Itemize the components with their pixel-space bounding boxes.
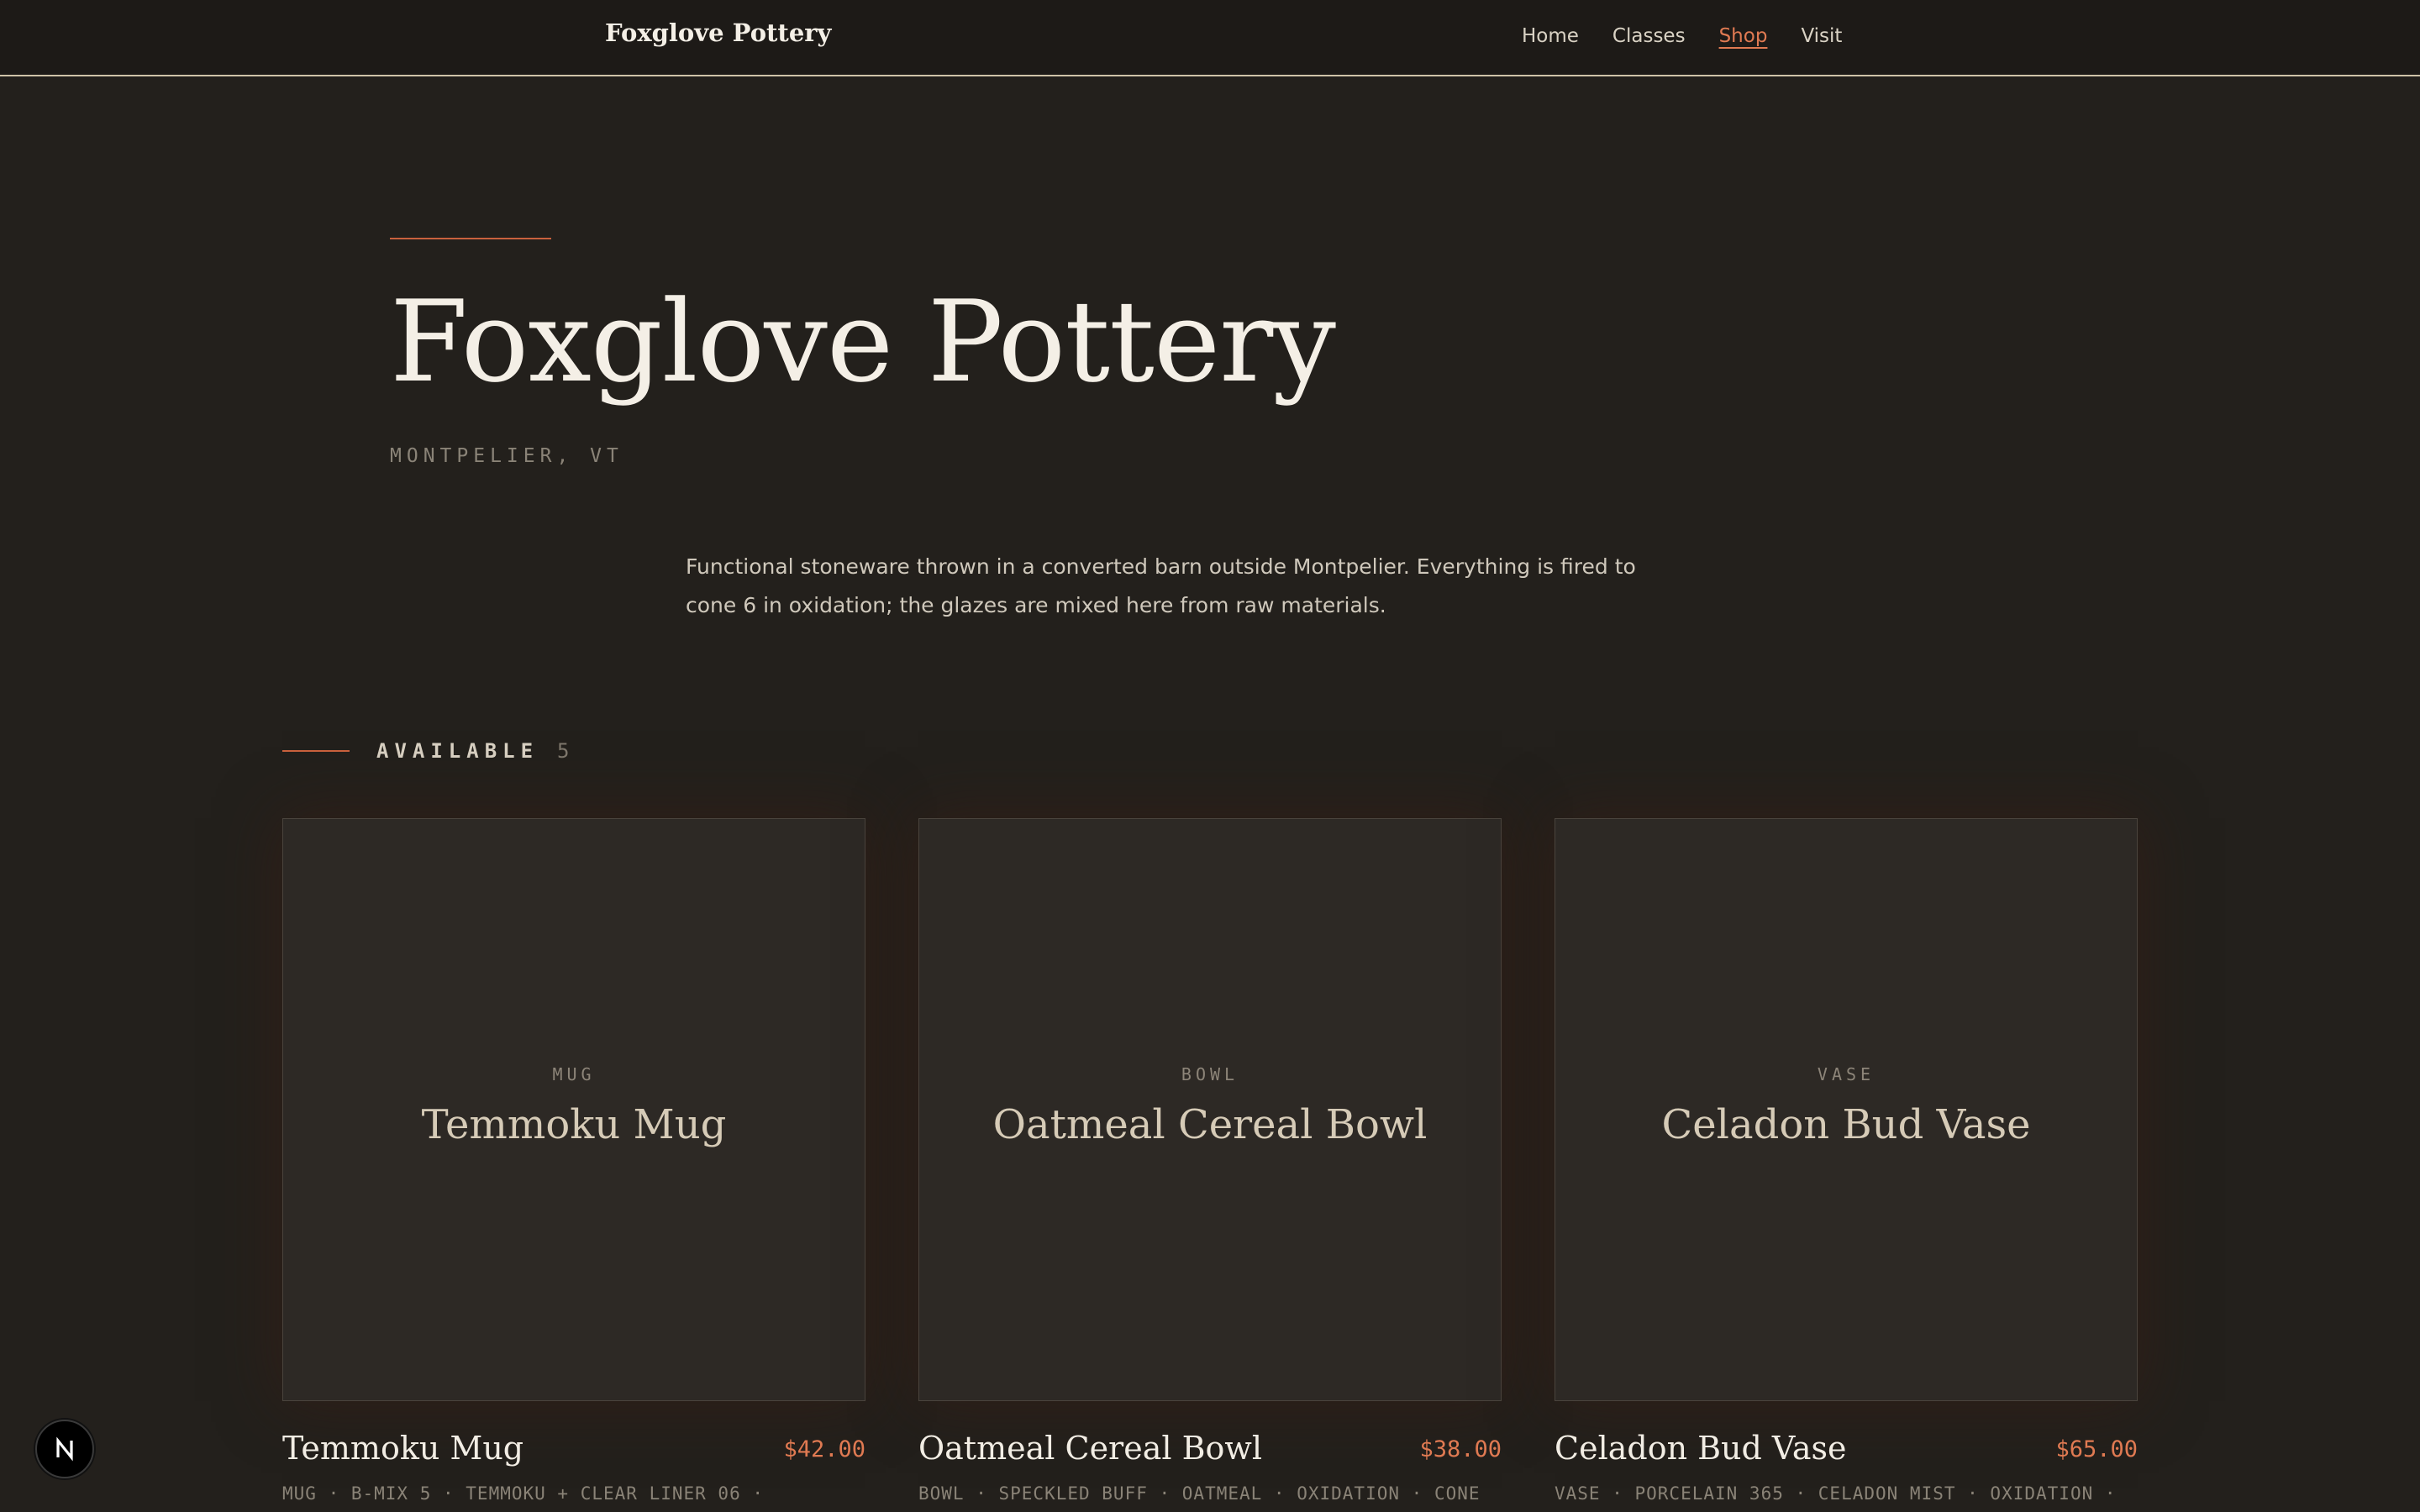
page-title: Foxglove Pottery: [390, 276, 1336, 407]
product-kind: MUG: [552, 1064, 596, 1084]
product-meta: Temmoku Mug $42.00: [282, 1430, 865, 1470]
hero-accent-rule: [390, 238, 551, 239]
product-specs: MUG · B-MIX 5 · TEMMOKU + CLEAR LINER 06…: [282, 1483, 765, 1504]
product-meta: Oatmeal Cereal Bowl $38.00: [918, 1430, 1502, 1470]
product-card[interactable]: VASE Celadon Bud Vase Celadon Bud Vase $…: [1555, 818, 2138, 1504]
intro-paragraph: Functional stoneware thrown in a convert…: [686, 554, 1636, 617]
dev-tools-badge[interactable]: [35, 1420, 94, 1478]
nav-classes[interactable]: Classes: [1612, 25, 1686, 47]
product-card[interactable]: BOWL Oatmeal Cereal Bowl Oatmeal Cereal …: [918, 818, 1502, 1504]
product-card[interactable]: MUG Temmoku Mug Temmoku Mug $42.00 MUG ·…: [282, 818, 865, 1504]
nav-shop[interactable]: Shop: [1719, 25, 1768, 47]
product-image-placeholder[interactable]: VASE Celadon Bud Vase: [1555, 818, 2138, 1401]
product-grid: MUG Temmoku Mug Temmoku Mug $42.00 MUG ·…: [282, 818, 2138, 1512]
nav-visit[interactable]: Visit: [1801, 25, 1842, 47]
product-kind: BOWL: [1181, 1064, 1239, 1084]
product-meta: Celadon Bud Vase $65.00: [1555, 1430, 2138, 1470]
section-heading: AVAILABLE 5: [282, 736, 570, 766]
brand-logo-link[interactable]: Foxglove Pottery: [605, 18, 831, 47]
main-nav: Home Classes Shop Visit: [1522, 25, 1842, 47]
nav-home[interactable]: Home: [1522, 25, 1579, 47]
product-image-placeholder[interactable]: MUG Temmoku Mug: [282, 818, 865, 1401]
site-header: Foxglove Pottery Home Classes Shop Visit: [0, 0, 2420, 76]
section-label: AVAILABLE: [376, 739, 539, 763]
section-accent-rule: [282, 750, 350, 752]
product-image-title: Temmoku Mug: [421, 1101, 727, 1148]
product-image-placeholder[interactable]: BOWL Oatmeal Cereal Bowl: [918, 818, 1502, 1401]
available-count: 5: [557, 739, 570, 763]
product-name[interactable]: Temmoku Mug: [282, 1430, 523, 1467]
location-label: MONTPELIER, VT: [390, 445, 623, 467]
product-price: $42.00: [783, 1436, 865, 1462]
product-price: $38.00: [1419, 1436, 1502, 1462]
product-image-title: Oatmeal Cereal Bowl: [992, 1101, 1428, 1148]
product-name[interactable]: Celadon Bud Vase: [1555, 1430, 1847, 1467]
product-image-title: Celadon Bud Vase: [1661, 1101, 2031, 1148]
next-logo-icon: [56, 1436, 73, 1462]
product-name[interactable]: Oatmeal Cereal Bowl: [918, 1430, 1262, 1467]
product-specs: VASE · PORCELAIN 365 · CELADON MIST · OX…: [1555, 1483, 2117, 1504]
product-kind: VASE: [1817, 1064, 1876, 1084]
product-specs: BOWL · SPECKLED BUFF · OATMEAL · OXIDATI…: [918, 1483, 1481, 1504]
product-price: $65.00: [2055, 1436, 2138, 1462]
